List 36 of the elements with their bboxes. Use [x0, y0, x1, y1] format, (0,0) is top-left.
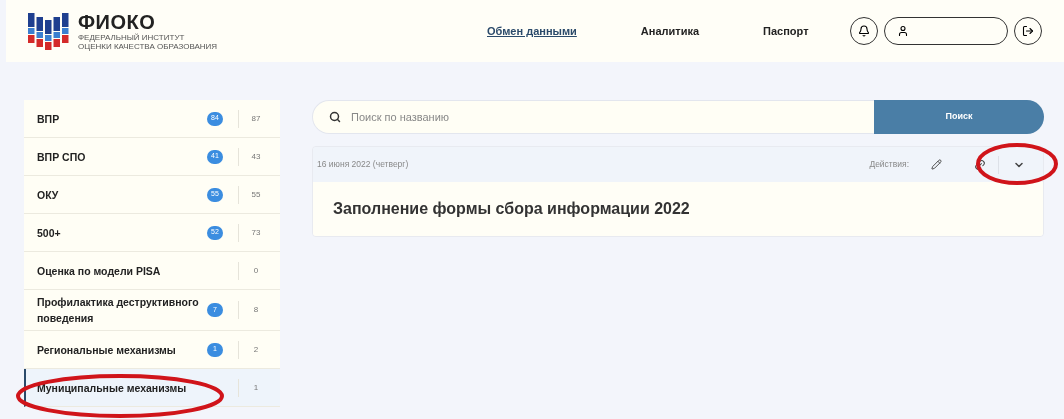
sidebar-item-label: 500+ — [37, 225, 62, 241]
sidebar-item-label: Оценка по модели PISA — [37, 263, 162, 279]
nav-link[interactable]: Аналитика — [640, 22, 700, 40]
total-count: 0 — [252, 264, 260, 277]
nav-link[interactable]: Паспорт — [763, 22, 809, 40]
total-count: 1 — [252, 381, 260, 394]
total-count: 43 — [250, 150, 262, 163]
search-button[interactable]: Поиск — [874, 100, 1044, 134]
logo-subtitle: ОЦЕНКИ КАЧЕСТВА ОБРАЗОВАНИЯ — [78, 42, 218, 51]
actions-label: Действия: — [869, 158, 909, 171]
sidebar-item-label: ВПР — [37, 111, 61, 127]
bell-icon — [858, 25, 870, 37]
event-title: Заполнение формы сбора информации 2022 — [333, 199, 690, 219]
sidebar-item-label: ОКУ — [37, 187, 60, 203]
total-count: 2 — [252, 343, 260, 356]
search-input[interactable]: Поиск по названию — [351, 108, 874, 126]
total-count: 87 — [250, 112, 262, 125]
total-count: 73 — [250, 226, 262, 239]
sidebar-item-label: ВПР СПО — [37, 149, 87, 165]
search-field[interactable]: Поиск по названию — [312, 100, 874, 134]
event-date: 16 июня 2022 (четверг) — [317, 158, 409, 171]
pencil-icon — [931, 159, 942, 170]
total-count: 55 — [250, 188, 262, 201]
sidebar-item-label: Региональные механизмы — [37, 342, 177, 358]
total-count: 8 — [252, 304, 260, 316]
logo-subtitle: ФЕДЕРАЛЬНЫЙ ИНСТИТУТ — [78, 33, 186, 42]
logo-title: ФИОКО — [78, 11, 157, 33]
sidebar-item-label: Муниципальные механизмы — [37, 380, 188, 396]
nav-link[interactable]: Обмен данными — [487, 22, 577, 40]
search-icon — [329, 111, 341, 123]
sidebar-item[interactable]: Оценка по модели PISA 0 — [24, 252, 280, 290]
logo-icon — [28, 11, 70, 51]
logout-icon — [1022, 25, 1034, 37]
sidebar-item-label: Профилактика деструктивного поведения — [37, 295, 200, 326]
sidebar-item[interactable]: Муниципальные механизмы 1 — [24, 369, 280, 407]
user-icon — [897, 25, 909, 37]
